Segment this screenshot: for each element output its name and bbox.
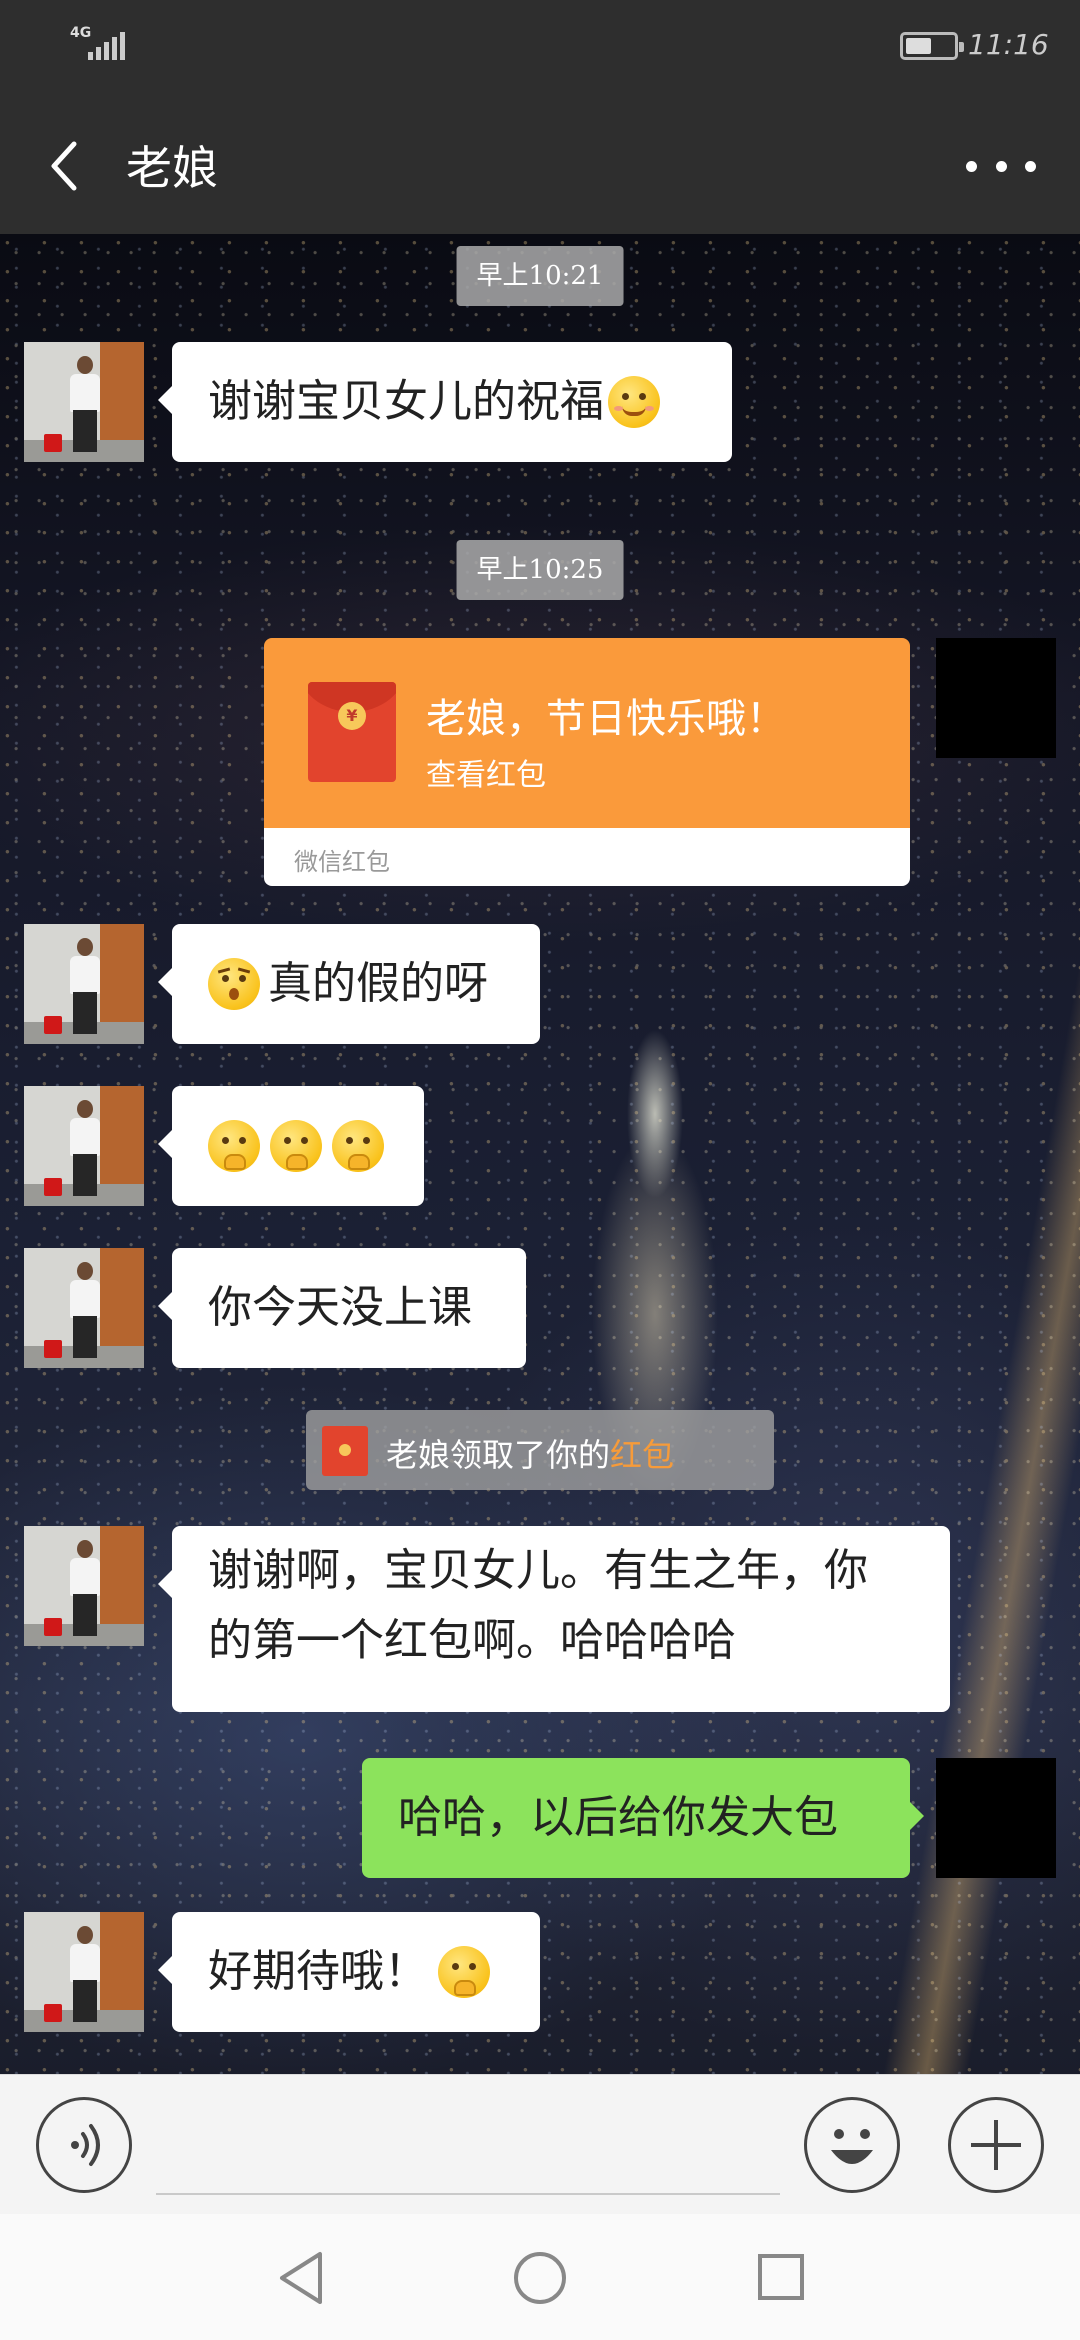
message-bubble[interactable]: 谢谢啊，宝贝女儿。有生之年，你 的第一个红包啊。哈哈哈哈 <box>158 1526 950 1712</box>
red-packet-received-notice: 老娘领取了你的红包 <box>306 1410 774 1490</box>
thinking-emoji-icon <box>270 1120 322 1172</box>
red-packet-title: 老娘，节日快乐哦！ <box>426 696 786 742</box>
thinking-emoji-icon <box>332 1120 384 1172</box>
status-bar: 4G 11:16 <box>0 0 1080 96</box>
battery-icon <box>900 32 964 60</box>
message-text: 真的假的呀 <box>268 957 488 1009</box>
triangle-back-icon <box>280 2252 322 2304</box>
smile-emoji-icon <box>608 376 660 428</box>
chat-title: 老娘 <box>126 141 218 195</box>
chevron-left-icon <box>51 141 77 191</box>
back-button[interactable] <box>40 134 100 194</box>
avatar[interactable] <box>24 1526 144 1646</box>
add-button[interactable] <box>948 2097 1044 2193</box>
thinking-emoji-icon <box>438 1946 490 1998</box>
plus-icon <box>971 2120 1021 2170</box>
surprised-emoji-icon <box>208 958 260 1010</box>
message-text: 谢谢宝贝女儿的祝福 <box>208 375 604 427</box>
notice-highlight[interactable]: 红包 <box>610 1436 674 1474</box>
avatar[interactable] <box>24 1248 144 1368</box>
sent-message-bubble[interactable]: 哈哈，以后给你发大包 <box>362 1758 924 1878</box>
timestamp: 早上10:25 <box>456 540 624 600</box>
message-text: 哈哈，以后给你发大包 <box>398 1791 838 1843</box>
more-button[interactable] <box>966 146 1036 186</box>
voice-icon <box>71 2124 100 2166</box>
input-bar <box>0 2074 1080 2214</box>
nav-back-button[interactable] <box>272 2248 332 2308</box>
avatar[interactable] <box>24 1912 144 2032</box>
red-packet-icon: ¥ <box>308 682 396 782</box>
red-packet-card[interactable]: ¥ 老娘，节日快乐哦！ 查看红包 微信红包 <box>264 638 910 886</box>
notice-text: 老娘领取了你的 <box>386 1436 611 1474</box>
status-time: 11:16 <box>968 28 1049 61</box>
red-packet-source: 微信红包 <box>294 848 390 876</box>
message-input[interactable] <box>156 2193 780 2195</box>
emoji-icon <box>831 2129 873 2164</box>
more-dots-icon <box>966 160 977 172</box>
system-nav-bar <box>0 2214 1080 2340</box>
message-line: 的第一个红包啊。哈哈哈哈 <box>208 1615 736 1666</box>
emoji-button[interactable] <box>804 2097 900 2193</box>
timestamp: 早上10:21 <box>456 246 624 306</box>
message-bubble[interactable]: 好期待哦！ <box>158 1912 540 2032</box>
signal-icon: 4G <box>70 26 126 62</box>
voice-button[interactable] <box>36 2097 132 2193</box>
message-line: 谢谢啊，宝贝女儿。有生之年，你 <box>208 1545 868 1596</box>
chat-header: 老娘 <box>0 96 1080 234</box>
avatar[interactable] <box>24 924 144 1044</box>
avatar[interactable] <box>24 1086 144 1206</box>
thinking-emoji-icon <box>208 1120 260 1172</box>
nav-recent-button[interactable] <box>758 2254 804 2300</box>
nav-home-button[interactable] <box>514 2252 566 2304</box>
avatar[interactable] <box>24 342 144 462</box>
my-avatar[interactable] <box>936 638 1056 758</box>
message-bubble[interactable]: 真的假的呀 <box>158 924 540 1044</box>
message-bubble[interactable] <box>158 1086 424 1206</box>
message-bubble[interactable]: 谢谢宝贝女儿的祝福 <box>158 342 732 462</box>
red-packet-mini-icon <box>322 1426 368 1476</box>
message-text: 好期待哦！ <box>208 1945 428 1997</box>
my-avatar[interactable] <box>936 1758 1056 1878</box>
chat-area[interactable]: 早上10:21 谢谢宝贝女儿的祝福 早上10:25 ¥ 老娘，节日快乐哦！ 查看… <box>0 234 1080 2074</box>
red-packet-subtitle: 查看红包 <box>426 758 546 793</box>
message-text: 你今天没上课 <box>208 1281 472 1333</box>
message-bubble[interactable]: 你今天没上课 <box>158 1248 526 1368</box>
